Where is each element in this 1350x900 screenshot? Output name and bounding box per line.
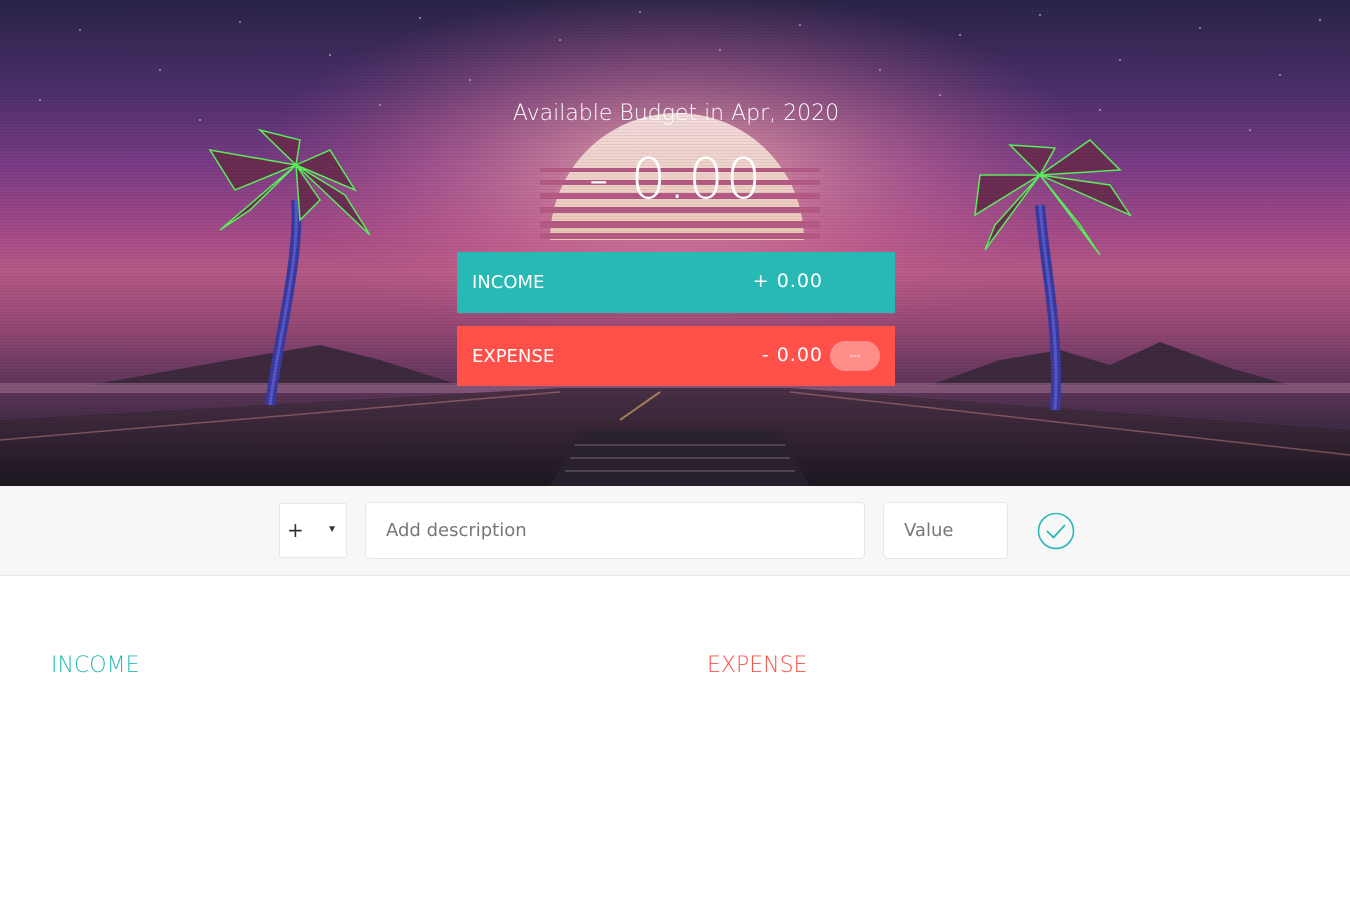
- chevron-down-icon: ▼: [327, 524, 337, 535]
- income-list-title: INCOME: [51, 653, 140, 678]
- add-item-bar: + ▼ Add description Value: [0, 486, 1350, 576]
- expense-summary-value: - 0.00: [761, 344, 823, 366]
- budget-value: - 0.00: [588, 147, 764, 212]
- income-summary-label: INCOME: [472, 272, 545, 293]
- budget-header: Available Budget in Apr, 2020 - 0.00 INC…: [0, 0, 1350, 486]
- income-summary-bar: INCOME + 0.00: [457, 252, 895, 313]
- budget-summary: Available Budget in Apr, 2020 - 0.00: [457, 100, 895, 212]
- expense-summary-label: EXPENSE: [472, 346, 555, 367]
- synthwave-background-image: [0, 0, 1350, 486]
- income-summary-value: + 0.00: [752, 270, 823, 292]
- expense-list-title: EXPENSE: [707, 653, 808, 678]
- budget-title: Available Budget in Apr, 2020: [512, 101, 840, 126]
- description-input[interactable]: Add description: [365, 502, 865, 559]
- type-select[interactable]: + ▼: [279, 503, 347, 558]
- expense-summary-bar: EXPENSE - 0.00 ---: [457, 326, 895, 386]
- type-select-value: +: [287, 518, 304, 542]
- expense-percentage-badge: ---: [830, 341, 880, 371]
- value-input[interactable]: Value: [883, 502, 1008, 559]
- check-circle-icon: [1037, 512, 1075, 550]
- add-item-button[interactable]: [1037, 512, 1075, 550]
